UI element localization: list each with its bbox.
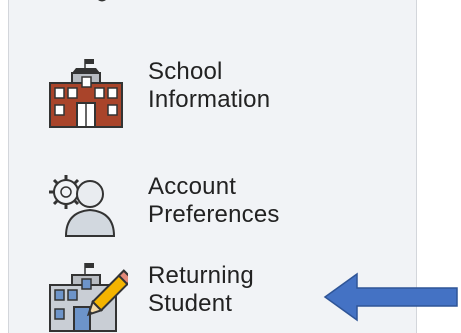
- sidebar-item-label: School Information: [148, 58, 270, 114]
- sidebar-item-account-preferences[interactable]: Account Preferences: [44, 170, 404, 250]
- sidebar-item-label: Returning Student: [148, 262, 254, 318]
- label-line-2: Preferences: [148, 201, 280, 228]
- label-line-1: Account: [148, 173, 237, 200]
- partial-icon: [98, 0, 106, 2]
- label-line-2: Information: [148, 86, 271, 113]
- screenshot-stage: School Information Account Preferences R…: [0, 0, 461, 333]
- school-building-icon: [49, 59, 123, 128]
- user-gear-icon: [49, 175, 116, 237]
- sidebar-item-label: Account Preferences: [148, 173, 280, 229]
- label-line-2: Student: [148, 290, 233, 317]
- label-line-1: Returning: [148, 262, 254, 289]
- school-pencil-icon: [49, 263, 128, 332]
- sidebar-item-school-information[interactable]: School Information: [44, 55, 404, 135]
- label-line-1: School: [148, 58, 223, 85]
- annotation-arrow-icon: [323, 272, 458, 322]
